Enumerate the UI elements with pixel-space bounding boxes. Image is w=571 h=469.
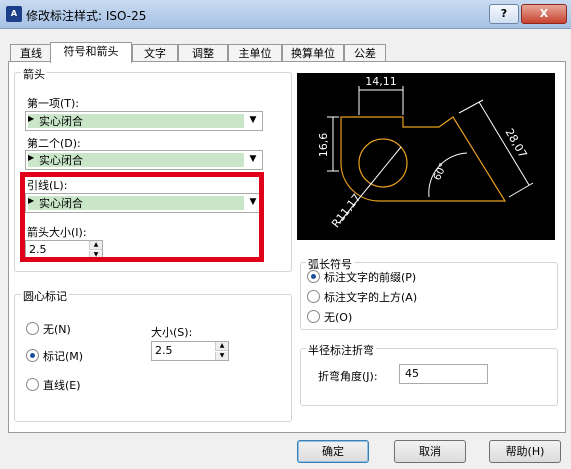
title-bar: A 修改标注样式: ISO-25 ? X xyxy=(0,0,571,29)
center-mark-size-spinner[interactable]: 2.5 ▲ ▼ xyxy=(151,341,229,361)
highlight-annotation-box xyxy=(20,172,264,262)
radio-circle-icon xyxy=(307,290,320,303)
radio-selected-icon xyxy=(26,349,39,362)
radio-circle-icon xyxy=(26,322,39,335)
tab-primary-units[interactable]: 主单位 xyxy=(228,44,282,62)
tab-fit[interactable]: 调整 xyxy=(178,44,228,62)
arc-prefix-radio[interactable]: 标注文字的前缀(P) xyxy=(307,270,416,284)
radio-circle-icon xyxy=(307,310,320,323)
ok-button[interactable]: 确定 xyxy=(297,440,369,463)
second-arrow-select[interactable]: ▶ 实心闭合 ▼ xyxy=(25,150,263,170)
chevron-down-icon[interactable]: ▼ xyxy=(246,113,260,127)
close-button[interactable]: X xyxy=(521,4,567,24)
tab-tolerances[interactable]: 公差 xyxy=(344,44,386,62)
second-arrow-value: 实心闭合 xyxy=(39,154,83,167)
jog-angle-input[interactable]: 45 xyxy=(399,364,488,384)
preview-angle: 60° xyxy=(432,162,449,183)
title-help-button[interactable]: ? xyxy=(489,4,519,24)
window-title: 修改标注样式: ISO-25 xyxy=(26,9,147,23)
tab-text[interactable]: 文字 xyxy=(132,44,178,62)
tab-lines[interactable]: 直线 xyxy=(10,44,52,62)
center-mark-size-label: 大小(S): xyxy=(151,326,193,339)
help-button[interactable]: 帮助(H) xyxy=(489,440,561,463)
first-arrow-label: 第一项(T): xyxy=(27,97,80,110)
arrow-symbol-icon: ▶ xyxy=(28,114,35,123)
center-mark-line-radio[interactable]: 直线(E) xyxy=(26,378,81,392)
tab-symbols-arrows[interactable]: 符号和箭头 xyxy=(50,42,132,63)
spin-down-icon[interactable]: ▼ xyxy=(215,352,228,360)
center-mark-none-radio[interactable]: 无(N) xyxy=(26,322,71,336)
second-arrow-label: 第二个(D): xyxy=(27,137,81,150)
first-arrow-value: 实心闭合 xyxy=(39,115,83,128)
chevron-down-icon[interactable]: ▼ xyxy=(246,152,260,166)
dimension-preview: 14,11 16,6 28,07 60° R11,17 xyxy=(297,73,555,240)
arrowheads-group-title: 箭头 xyxy=(21,66,47,82)
radio-selected-icon xyxy=(307,270,320,283)
preview-dim-right: 28,07 xyxy=(503,126,530,160)
cad-app-icon: A xyxy=(6,6,22,22)
radio-circle-icon xyxy=(26,378,39,391)
arc-none-radio[interactable]: 无(O) xyxy=(307,310,352,324)
preview-radius: R11,17 xyxy=(329,191,363,230)
center-marks-group-title: 圆心标记 xyxy=(21,288,69,304)
arrow-symbol-icon: ▶ xyxy=(28,153,35,162)
radius-jog-group-title: 半径标注折弯 xyxy=(306,342,376,358)
preview-dim-left: 16,6 xyxy=(317,133,330,158)
tab-alternate-units[interactable]: 换算单位 xyxy=(282,44,344,62)
jog-angle-label: 折弯角度(J): xyxy=(318,370,378,383)
preview-dim-top: 14,11 xyxy=(365,75,397,88)
cancel-button[interactable]: 取消 xyxy=(394,440,466,463)
arc-above-radio[interactable]: 标注文字的上方(A) xyxy=(307,290,417,304)
preview-drawing: 14,11 16,6 28,07 60° R11,17 xyxy=(317,75,534,230)
spin-up-icon[interactable]: ▲ xyxy=(215,342,228,351)
center-mark-size-value: 2.5 xyxy=(155,344,173,357)
first-arrow-select[interactable]: ▶ 实心闭合 ▼ xyxy=(25,111,263,131)
center-mark-mark-radio[interactable]: 标记(M) xyxy=(26,349,83,363)
